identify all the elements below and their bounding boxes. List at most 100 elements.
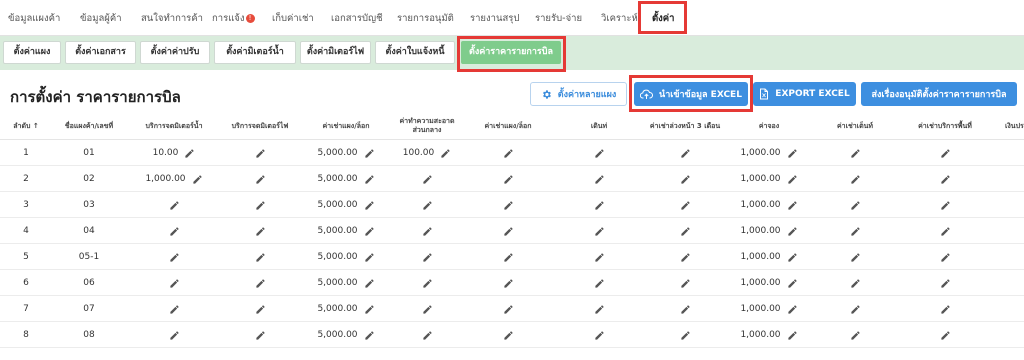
import-excel-button[interactable]: นำเข้าข้อมูล EXCEL xyxy=(634,82,748,106)
tab-fine-settings[interactable]: ตั้งค่าค่าปรับ xyxy=(140,41,210,64)
pencil-icon[interactable] xyxy=(594,252,605,263)
pencil-icon[interactable] xyxy=(503,330,514,341)
pencil-icon[interactable] xyxy=(255,278,266,289)
tab-water-meter-settings[interactable]: ตั้งค่ามิเตอร์น้ำ xyxy=(214,41,296,64)
pencil-icon[interactable] xyxy=(169,304,180,315)
pencil-icon[interactable] xyxy=(850,148,861,159)
pencil-icon[interactable] xyxy=(850,174,861,185)
pencil-icon[interactable] xyxy=(364,252,375,263)
pencil-icon[interactable] xyxy=(787,252,798,263)
pencil-icon[interactable] xyxy=(422,330,433,341)
pencil-icon[interactable] xyxy=(192,174,203,185)
pencil-icon[interactable] xyxy=(787,148,798,159)
pencil-icon[interactable] xyxy=(787,200,798,211)
pencil-icon[interactable] xyxy=(255,148,266,159)
tab-electric-meter-settings[interactable]: ตั้งค่ามิเตอร์ไฟ xyxy=(300,41,371,64)
nav-item-notifications[interactable]: การแจ้ง! xyxy=(212,11,255,26)
pencil-icon[interactable] xyxy=(422,252,433,263)
pencil-icon[interactable] xyxy=(850,226,861,237)
tab-stall-settings[interactable]: ตั้งค่าแผง xyxy=(3,41,61,64)
send-approval-button[interactable]: ส่งเรื่องอนุมัติตั้งค่าราคารายการบิล xyxy=(861,82,1017,106)
pencil-icon[interactable] xyxy=(255,252,266,263)
pencil-icon[interactable] xyxy=(680,252,691,263)
pencil-icon[interactable] xyxy=(594,226,605,237)
pencil-icon[interactable] xyxy=(255,200,266,211)
pencil-icon[interactable] xyxy=(184,148,195,159)
pencil-icon[interactable] xyxy=(680,148,691,159)
pencil-icon[interactable] xyxy=(364,330,375,341)
pencil-icon[interactable] xyxy=(255,226,266,237)
pencil-icon[interactable] xyxy=(422,226,433,237)
nav-item-interested[interactable]: สนใจทำการค้า xyxy=(141,11,203,26)
pencil-icon[interactable] xyxy=(680,200,691,211)
pencil-icon[interactable] xyxy=(255,330,266,341)
pencil-icon[interactable] xyxy=(169,252,180,263)
pencil-icon[interactable] xyxy=(364,148,375,159)
pencil-icon[interactable] xyxy=(594,278,605,289)
pencil-icon[interactable] xyxy=(680,226,691,237)
pencil-icon[interactable] xyxy=(169,330,180,341)
pencil-icon[interactable] xyxy=(255,304,266,315)
pencil-icon[interactable] xyxy=(787,330,798,341)
pencil-icon[interactable] xyxy=(503,278,514,289)
pencil-icon[interactable] xyxy=(422,174,433,185)
pencil-icon[interactable] xyxy=(850,304,861,315)
pencil-icon[interactable] xyxy=(503,304,514,315)
tab-invoice-settings[interactable]: ตั้งค่าใบแจ้งหนี้ xyxy=(375,41,455,64)
pencil-icon[interactable] xyxy=(787,226,798,237)
column-header-no[interactable]: ลำดับ ↑ xyxy=(0,112,52,140)
nav-item-income-expense[interactable]: รายรับ-จ่าย xyxy=(535,11,582,26)
pencil-icon[interactable] xyxy=(503,226,514,237)
nav-item-settings[interactable]: ตั้งค่า xyxy=(652,11,675,26)
pencil-icon[interactable] xyxy=(680,278,691,289)
nav-item-reports[interactable]: รายงานสรุป xyxy=(470,11,519,26)
pencil-icon[interactable] xyxy=(169,200,180,211)
pencil-icon[interactable] xyxy=(364,304,375,315)
pencil-icon[interactable] xyxy=(364,174,375,185)
pencil-icon[interactable] xyxy=(440,148,451,159)
pencil-icon[interactable] xyxy=(940,252,951,263)
pencil-icon[interactable] xyxy=(594,200,605,211)
export-excel-button[interactable]: EXPORT EXCEL xyxy=(753,82,856,106)
pencil-icon[interactable] xyxy=(680,304,691,315)
pencil-icon[interactable] xyxy=(940,148,951,159)
pencil-icon[interactable] xyxy=(940,226,951,237)
pencil-icon[interactable] xyxy=(364,278,375,289)
nav-item-accounting[interactable]: เอกสารบัญชี xyxy=(331,11,383,26)
pencil-icon[interactable] xyxy=(594,304,605,315)
pencil-icon[interactable] xyxy=(850,330,861,341)
pencil-icon[interactable] xyxy=(787,304,798,315)
multi-stall-settings-button[interactable]: ตั้งค่าหลายแผง xyxy=(530,82,627,106)
pencil-icon[interactable] xyxy=(787,174,798,185)
pencil-icon[interactable] xyxy=(594,174,605,185)
pencil-icon[interactable] xyxy=(503,200,514,211)
pencil-icon[interactable] xyxy=(940,174,951,185)
nav-item-analysis[interactable]: วิเคราะห์ xyxy=(601,11,638,26)
nav-item-vendors[interactable]: ข้อมูลผู้ค้า xyxy=(80,11,122,26)
pencil-icon[interactable] xyxy=(169,278,180,289)
tab-document-settings[interactable]: ตั้งค่าเอกสาร xyxy=(65,41,136,64)
pencil-icon[interactable] xyxy=(422,304,433,315)
pencil-icon[interactable] xyxy=(364,200,375,211)
pencil-icon[interactable] xyxy=(169,226,180,237)
pencil-icon[interactable] xyxy=(680,174,691,185)
pencil-icon[interactable] xyxy=(422,278,433,289)
pencil-icon[interactable] xyxy=(940,304,951,315)
pencil-icon[interactable] xyxy=(850,200,861,211)
pencil-icon[interactable] xyxy=(503,252,514,263)
nav-item-stalls[interactable]: ข้อมูลแผงค้า xyxy=(8,11,60,26)
pencil-icon[interactable] xyxy=(364,226,375,237)
nav-item-approvals[interactable]: รายการอนุมัติ xyxy=(397,11,454,26)
pencil-icon[interactable] xyxy=(503,174,514,185)
pencil-icon[interactable] xyxy=(787,278,798,289)
tab-bill-item-price-settings[interactable]: ตั้งค่าราคารายการบิล xyxy=(461,41,561,64)
pencil-icon[interactable] xyxy=(422,200,433,211)
nav-item-rent-collection[interactable]: เก็บค่าเช่า xyxy=(272,11,314,26)
pencil-icon[interactable] xyxy=(940,200,951,211)
pencil-icon[interactable] xyxy=(680,330,691,341)
pencil-icon[interactable] xyxy=(850,252,861,263)
pencil-icon[interactable] xyxy=(940,330,951,341)
pencil-icon[interactable] xyxy=(255,174,266,185)
pencil-icon[interactable] xyxy=(594,148,605,159)
pencil-icon[interactable] xyxy=(940,278,951,289)
